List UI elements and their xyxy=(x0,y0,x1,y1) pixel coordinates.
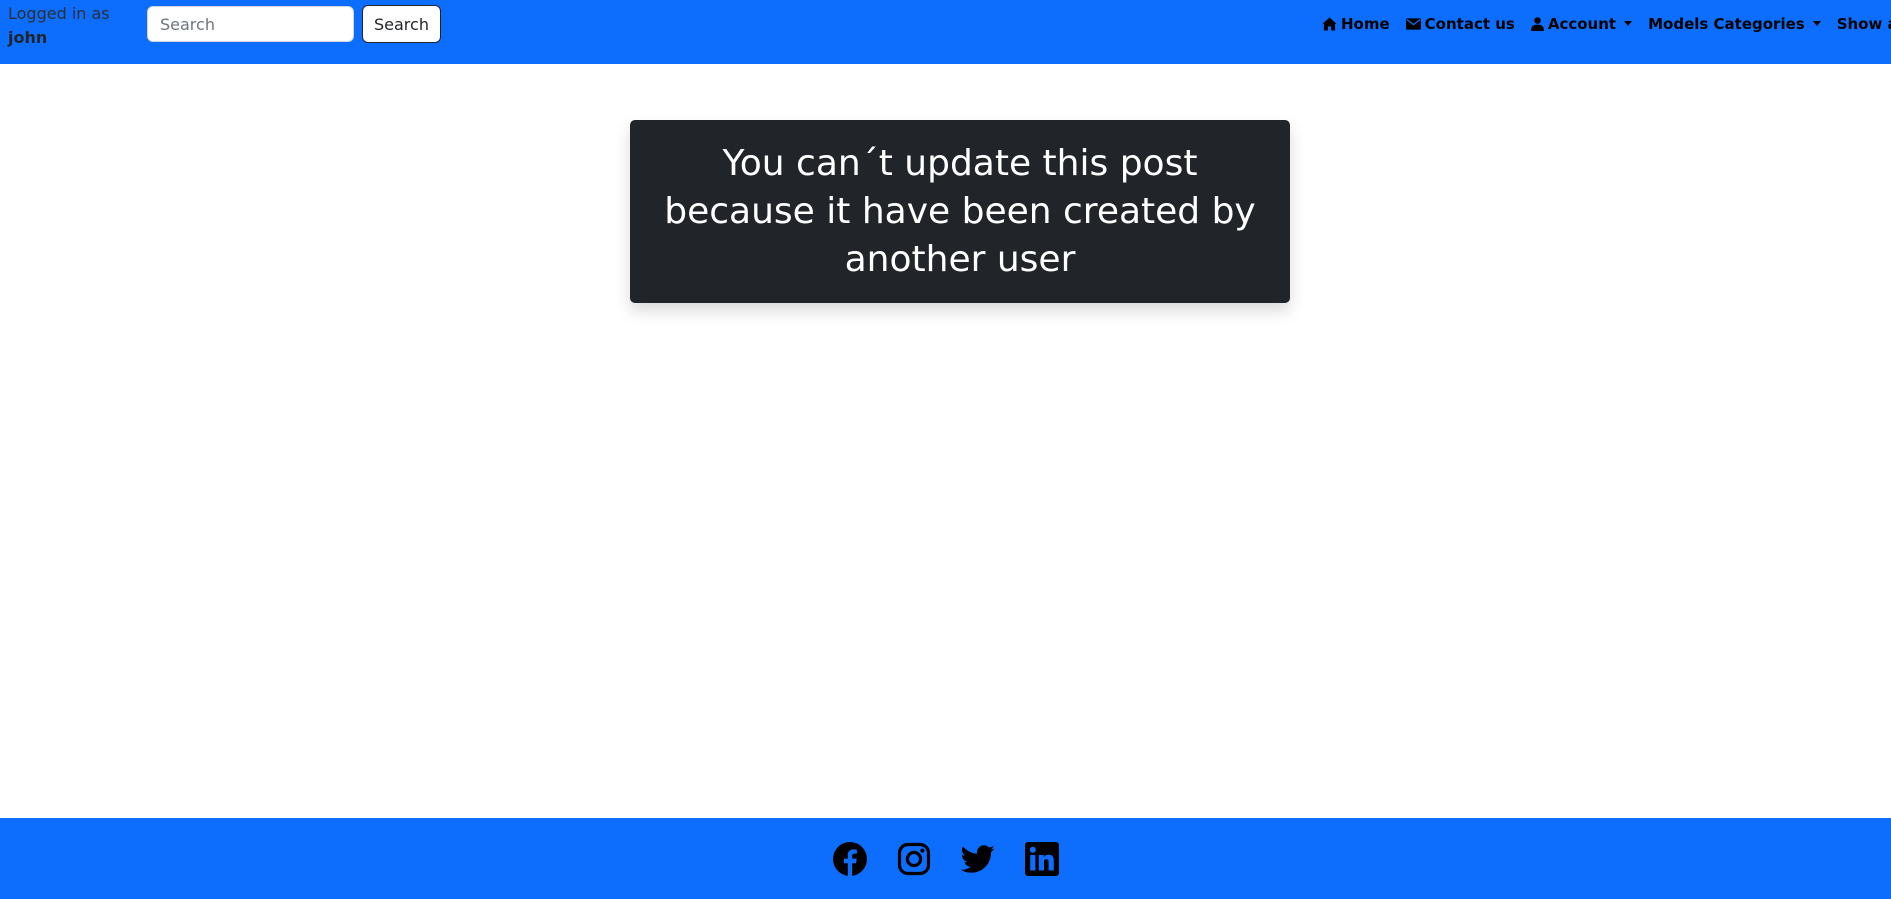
twitter-icon xyxy=(960,844,994,873)
facebook-link[interactable] xyxy=(832,841,867,876)
nav-link-models-categories-dropdown[interactable]: Models Categories xyxy=(1648,15,1821,33)
username: john xyxy=(8,28,48,47)
alert-message: You can´t update this post because it ha… xyxy=(664,142,1256,280)
error-alert: You can´t update this post because it ha… xyxy=(630,120,1290,303)
search-input[interactable] xyxy=(147,6,354,42)
user-icon xyxy=(1530,17,1544,31)
nav-link-home-label: Home xyxy=(1341,15,1390,33)
home-icon xyxy=(1322,17,1337,31)
facebook-icon xyxy=(832,841,867,876)
nav-link-account-label: Account xyxy=(1547,15,1617,33)
nav-link-contact[interactable]: Contact us xyxy=(1405,15,1515,33)
nav-links: Home Contact us Account Models Categorie… xyxy=(1322,0,1891,48)
nav-link-show-all-reviews[interactable]: Show all review xyxy=(1837,15,1891,33)
search-button[interactable]: Search xyxy=(362,5,441,43)
envelope-icon xyxy=(1405,18,1421,30)
search-form: Search xyxy=(147,5,441,43)
nav-link-models-categories-label: Models Categories xyxy=(1648,15,1805,33)
chevron-down-icon xyxy=(1624,20,1633,26)
instagram-icon xyxy=(897,842,930,875)
linkedin-link[interactable] xyxy=(1024,841,1059,876)
nav-link-account-dropdown[interactable]: Account xyxy=(1530,15,1633,33)
logged-in-user-info: Logged in as john xyxy=(8,2,110,50)
nav-link-show-all-reviews-label: Show all review xyxy=(1836,15,1891,33)
chevron-down-icon xyxy=(1812,20,1821,26)
footer xyxy=(0,818,1891,899)
nav-link-home[interactable]: Home xyxy=(1322,15,1390,33)
logged-in-label: Logged in as xyxy=(8,4,110,23)
instagram-link[interactable] xyxy=(897,842,931,876)
linkedin-icon xyxy=(1024,841,1059,876)
twitter-link[interactable] xyxy=(960,842,995,876)
nav-link-contact-label: Contact us xyxy=(1424,15,1515,33)
top-navbar: Logged in as john Search Home Contact us xyxy=(0,0,1891,64)
